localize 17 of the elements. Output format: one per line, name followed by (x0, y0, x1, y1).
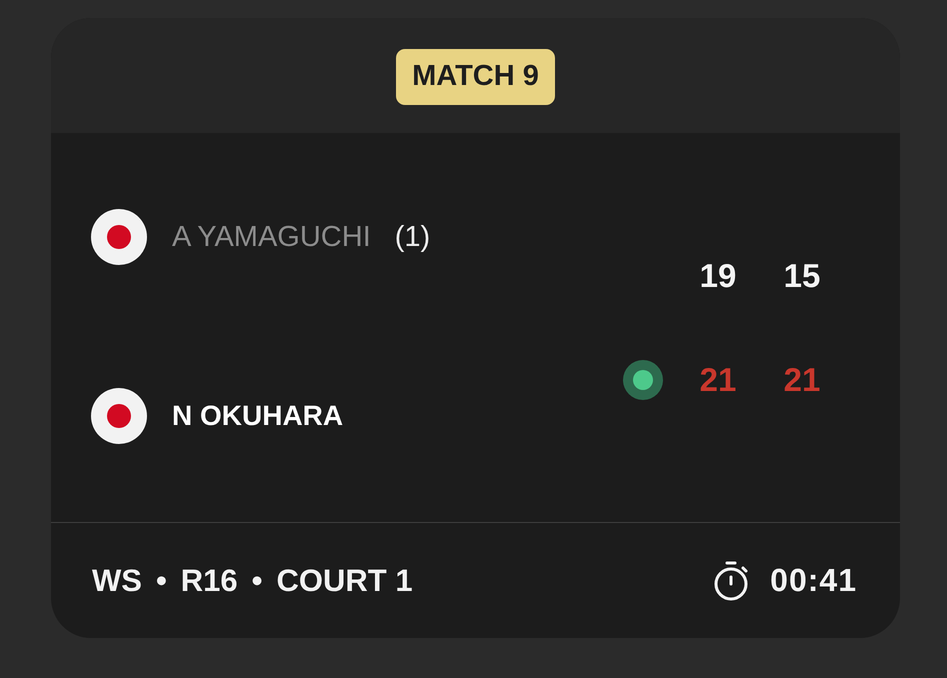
match-detail: WS (92, 562, 142, 598)
stopwatch-icon (714, 560, 750, 600)
player-name: A YAMAGUCHI (172, 220, 371, 254)
game-score: 19 (698, 257, 738, 295)
game-score: 21 (782, 361, 822, 399)
separator: • (156, 562, 167, 598)
match-label: MATCH 9 (396, 48, 555, 104)
match-duration: 00:41 (770, 562, 857, 599)
separator: • (252, 562, 263, 598)
player-name: N OKUHARA (172, 400, 344, 432)
flag-icon (91, 388, 147, 444)
player-seed: (1) (394, 220, 430, 254)
match-detail: R16 (180, 562, 238, 598)
match-detail: COURT 1 (276, 562, 413, 598)
flag-icon (91, 209, 147, 265)
game-score: 21 (698, 361, 738, 399)
game-score: 15 (782, 257, 822, 295)
